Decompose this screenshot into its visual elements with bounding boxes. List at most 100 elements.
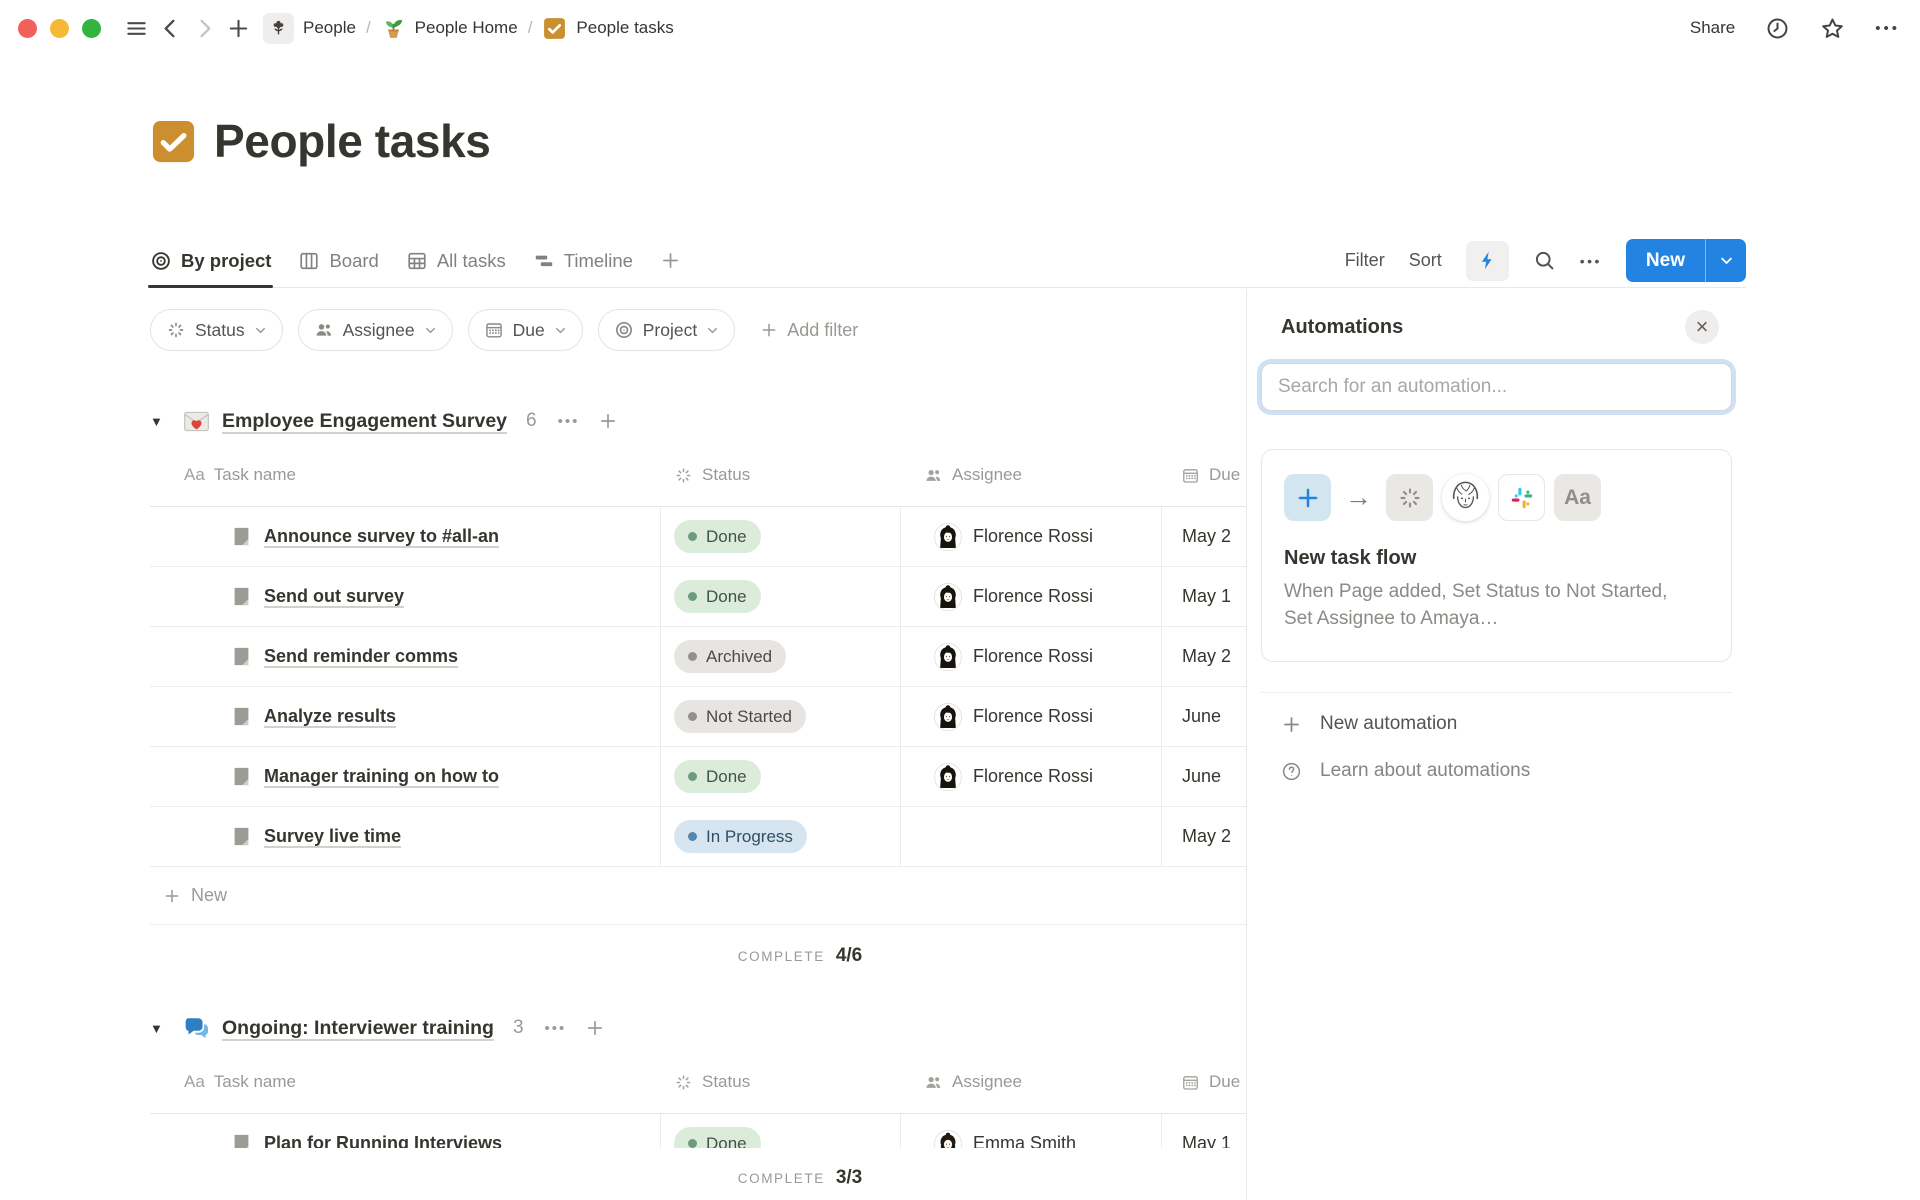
back-button[interactable] (153, 11, 187, 45)
assignee-cell[interactable]: Florence Rossi (900, 747, 1161, 806)
task-cell[interactable]: Announce survey to #all-an (150, 507, 660, 566)
filter-chip-label: Status (195, 320, 245, 341)
new-button[interactable]: New (1626, 239, 1746, 282)
view-options-icon[interactable]: ••• (1580, 253, 1602, 269)
column-header-status[interactable]: Status (660, 1051, 900, 1113)
hamburger-menu-icon[interactable] (119, 11, 153, 45)
task-name[interactable]: Analyze results (264, 706, 396, 727)
filter-chip-status[interactable]: Status (150, 309, 283, 351)
tab-board[interactable]: Board (298, 234, 378, 287)
status-cell[interactable]: Not Started (660, 687, 900, 746)
task-cell[interactable]: Send reminder comms (150, 627, 660, 686)
add-trigger-plus-icon (1284, 474, 1331, 521)
automation-card[interactable]: → Aa New task flow When Page added, Set … (1261, 449, 1732, 662)
new-button-chevron-down-icon[interactable] (1705, 239, 1746, 282)
status-cell[interactable]: Done (660, 747, 900, 806)
learn-about-automations-button[interactable]: Learn about automations (1281, 748, 1732, 795)
favorite-star-icon[interactable] (1820, 16, 1845, 41)
task-cell[interactable]: Manager training on how to (150, 747, 660, 806)
task-cell[interactable]: Send out survey (150, 567, 660, 626)
table-row[interactable]: Announce survey to #all-an DoneFlorence R… (150, 507, 1420, 567)
task-name[interactable]: Manager training on how to (264, 766, 499, 787)
column-header-task[interactable]: AaTask name (150, 1051, 660, 1113)
task-name[interactable]: Announce survey to #all-an (264, 526, 499, 547)
column-header-assignee[interactable]: Assignee (900, 1051, 1161, 1113)
task-cell[interactable]: Plan for Running Interviews (150, 1114, 660, 1148)
group-add-icon[interactable] (598, 411, 618, 431)
search-icon[interactable] (1533, 249, 1556, 272)
tab-all-tasks[interactable]: All tasks (406, 234, 506, 287)
group-add-icon[interactable] (585, 1018, 605, 1038)
status-cell[interactable]: Done (660, 1114, 900, 1148)
status-cell[interactable]: Done (660, 567, 900, 626)
forward-button[interactable] (187, 11, 221, 45)
assignee-cell[interactable]: Florence Rossi (900, 567, 1161, 626)
sort-button[interactable]: Sort (1409, 250, 1442, 271)
status-cell[interactable]: Done (660, 507, 900, 566)
potted-plant-icon (381, 16, 406, 41)
column-header-task[interactable]: AaTask name (150, 444, 660, 506)
assignee-cell[interactable]: Emma Smith (900, 1114, 1161, 1148)
breadcrumb-item[interactable]: People Home (381, 16, 518, 41)
add-filter-button[interactable]: Add filter (760, 320, 858, 341)
tab-timeline[interactable]: Timeline (533, 234, 633, 287)
collapse-triangle-icon[interactable]: ▼ (150, 414, 182, 429)
close-window-button[interactable] (18, 19, 37, 38)
assignee-cell[interactable] (900, 807, 1161, 866)
new-button-label[interactable]: New (1626, 239, 1705, 282)
filter-chip-due[interactable]: Due (468, 309, 583, 351)
new-task-row[interactable]: New (150, 867, 1420, 925)
table-row[interactable]: Analyze results Not Started Florence Rossi… (150, 687, 1420, 747)
table-row[interactable]: Send out surveyDoneFlorence RossiMay 1 (150, 567, 1420, 627)
tab-by-project[interactable]: By project (150, 234, 271, 287)
person-avatar-icon (1442, 474, 1489, 521)
teamspace-flower-icon (263, 13, 294, 44)
automations-panel: Automations × → Aa New task flow When Pa… (1246, 289, 1746, 1200)
new-automation-button[interactable]: New automation (1281, 701, 1732, 748)
due-date: May 1 (1182, 1133, 1231, 1148)
collapse-triangle-icon[interactable]: ▼ (150, 1021, 182, 1036)
breadcrumb-item[interactable]: People (263, 13, 356, 44)
filter-chip-project[interactable]: Project (598, 309, 735, 351)
new-tab-button[interactable] (221, 11, 255, 45)
close-icon[interactable]: × (1685, 310, 1719, 344)
column-header-status[interactable]: Status (660, 444, 900, 506)
task-name[interactable]: Survey live time (264, 826, 401, 847)
automation-search-input[interactable] (1261, 363, 1732, 411)
table-row[interactable]: Manager training on how to DoneFlorence R… (150, 747, 1420, 807)
task-cell[interactable]: Survey live time (150, 807, 660, 866)
assignee-cell[interactable]: Florence Rossi (900, 627, 1161, 686)
status-label: Done (706, 587, 747, 607)
status-cell[interactable]: Archived (660, 627, 900, 686)
task-name[interactable]: Send out survey (264, 586, 404, 607)
status-dot (688, 712, 697, 721)
status-cell[interactable]: In Progress (660, 807, 900, 866)
table-row[interactable]: Send reminder comms ArchivedFlorence Ross… (150, 627, 1420, 687)
assignee-cell[interactable]: Florence Rossi (900, 687, 1161, 746)
table-row[interactable]: Survey live timeIn ProgressMay 2 (150, 807, 1420, 867)
history-clock-icon[interactable] (1765, 16, 1790, 41)
filter-chip-assignee[interactable]: Assignee (298, 309, 453, 351)
zoom-window-button[interactable] (82, 19, 101, 38)
breadcrumb-item[interactable]: People tasks (542, 16, 673, 41)
plus-icon (163, 887, 181, 905)
breadcrumb-label: People (303, 18, 356, 38)
group-title[interactable]: Employee Engagement Survey (222, 410, 507, 433)
group-title[interactable]: Ongoing: Interviewer training (222, 1017, 494, 1040)
group-more-options-icon[interactable]: ••• (558, 413, 580, 430)
status-label: Not Started (706, 707, 792, 727)
more-options-icon[interactable]: ••• (1875, 20, 1900, 37)
automations-lightning-button[interactable] (1466, 241, 1509, 281)
task-name[interactable]: Send reminder comms (264, 646, 458, 667)
task-name[interactable]: Plan for Running Interviews (264, 1133, 502, 1148)
column-header-assignee[interactable]: Assignee (900, 444, 1161, 506)
minimize-window-button[interactable] (50, 19, 69, 38)
table-row[interactable]: Plan for Running Interviews DoneEmma Smit… (150, 1114, 1420, 1148)
chevron-down-icon (554, 324, 567, 337)
add-view-icon[interactable] (660, 250, 681, 271)
filter-button[interactable]: Filter (1345, 250, 1385, 271)
task-cell[interactable]: Analyze results (150, 687, 660, 746)
share-button[interactable]: Share (1690, 18, 1735, 38)
assignee-cell[interactable]: Florence Rossi (900, 507, 1161, 566)
group-more-options-icon[interactable]: ••• (545, 1020, 567, 1037)
